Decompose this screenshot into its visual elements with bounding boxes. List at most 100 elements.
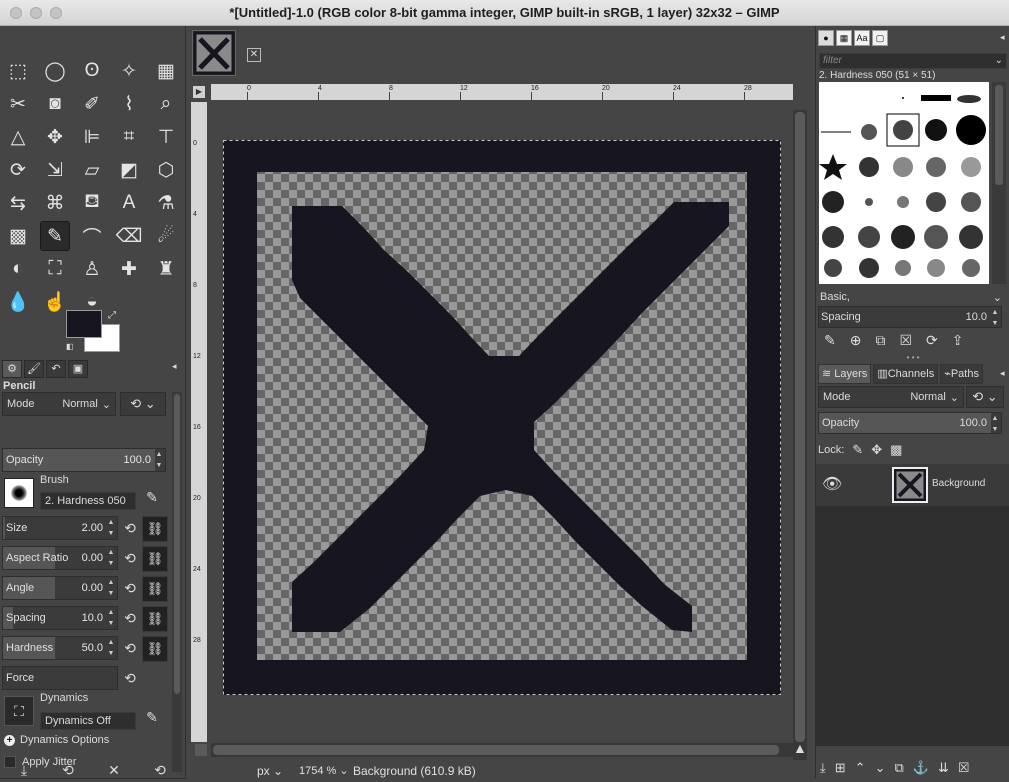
perspective-tool-icon[interactable]: ◩: [114, 155, 144, 185]
shear-tool-icon[interactable]: ▱: [77, 155, 107, 185]
link-spacing-icon[interactable]: ⛓: [142, 606, 168, 632]
brush-name-field[interactable]: 2. Hardness 050: [40, 492, 136, 510]
tab-brushes[interactable]: ●: [818, 30, 834, 46]
pencil-tool-icon[interactable]: ✎: [40, 221, 70, 251]
reset-aspect-ratio-icon[interactable]: ⟲: [120, 547, 140, 569]
spacing-spinner[interactable]: ▲ ▼: [105, 607, 117, 629]
duplicate-brush-icon[interactable]: ⧉: [875, 332, 885, 349]
zoom-image-toggle[interactable]: [195, 744, 207, 756]
swap-colors-icon[interactable]: ⤢: [108, 310, 116, 321]
tab-document-history[interactable]: ▢: [872, 30, 888, 46]
ellipse-select-icon[interactable]: ◯: [40, 56, 70, 86]
heal-tool-icon[interactable]: ✚: [114, 254, 144, 284]
horizontal-scrollbar[interactable]: [211, 743, 795, 757]
duplicate-layer-icon[interactable]: ⧉: [894, 760, 903, 776]
layer-mode-select[interactable]: Mode Normal ⌄: [818, 386, 964, 408]
mode-select[interactable]: Mode Normal ⌄: [2, 392, 116, 416]
edit-brush-icon[interactable]: ✎: [824, 332, 836, 349]
reset-spacing-icon[interactable]: ⟲: [120, 607, 140, 629]
delete-layer-icon[interactable]: ☒: [958, 760, 970, 776]
opacity-slider[interactable]: Opacity 100.0 ▲ ▼: [2, 448, 166, 472]
select-by-color-icon[interactable]: ▦: [151, 56, 181, 86]
fuzzy-select-icon[interactable]: ✧: [114, 56, 144, 86]
size-spinner[interactable]: ▲ ▼: [105, 517, 117, 539]
cage-transform-icon[interactable]: ⌘: [40, 188, 70, 218]
tool-options-scrollbar[interactable]: [172, 392, 182, 772]
reset-hardness-icon[interactable]: ⟲: [120, 637, 140, 659]
airbrush-tool-icon[interactable]: ☄: [151, 221, 181, 251]
image-tab-thumbnail[interactable]: [192, 30, 236, 76]
hardness-slider[interactable]: Hardness 50.0 ▲ ▼: [2, 636, 118, 660]
layer-mode-reset-button[interactable]: ⟲ ⌄: [966, 386, 1004, 408]
dynamics-options-expander[interactable]: + Dynamics Options: [4, 734, 109, 746]
mode-reset-button[interactable]: ⟲ ⌄: [120, 392, 166, 416]
scissors-select-icon[interactable]: ✂: [3, 89, 33, 119]
gradient-tool-icon[interactable]: ▩: [3, 221, 33, 251]
eraser-tool-icon[interactable]: ⌫: [114, 221, 144, 251]
tab-channels[interactable]: ▥Channels: [873, 364, 939, 384]
new-layer-group-icon[interactable]: ⤓: [820, 760, 826, 776]
foreground-color-swatch[interactable]: [66, 310, 102, 338]
edit-dynamics-icon[interactable]: ✎: [142, 706, 162, 728]
mypaint-brush-icon[interactable]: ⛶: [40, 254, 70, 284]
tab-images[interactable]: ▣: [68, 360, 88, 378]
canvas-viewport[interactable]: [209, 102, 793, 742]
aspect-ratio-slider[interactable]: Aspect Ratio 0.00 ▲ ▼: [2, 546, 118, 570]
eye-icon[interactable]: 👁: [822, 474, 842, 494]
reset-size-icon[interactable]: ⟲: [120, 517, 140, 539]
navigate-icon[interactable]: ▲: [793, 740, 807, 756]
tab-patterns[interactable]: ▦: [836, 30, 852, 46]
delete-brush-icon[interactable]: ☒: [899, 332, 912, 349]
dynamics-preview-button[interactable]: ⛶: [4, 696, 34, 726]
link-size-icon[interactable]: ⛓: [142, 516, 168, 542]
hardness-spinner[interactable]: ▲ ▼: [105, 637, 117, 659]
aspect-ratio-spinner[interactable]: ▲ ▼: [105, 547, 117, 569]
merge-layer-icon[interactable]: ⇊: [938, 760, 949, 776]
vertical-scrollbar[interactable]: [793, 110, 807, 760]
raise-layer-icon[interactable]: ⌃: [855, 760, 866, 776]
zoom-window-button[interactable]: [50, 7, 62, 19]
lock-pixels-icon[interactable]: ✎: [852, 442, 863, 458]
quick-mask-menu-icon[interactable]: ▶: [193, 86, 205, 98]
tab-tool-options[interactable]: ⚙: [2, 360, 22, 378]
angle-spinner[interactable]: ▲ ▼: [105, 577, 117, 599]
brush-preset-select[interactable]: Basic, ⌄: [818, 286, 1002, 308]
lower-layer-icon[interactable]: ⌄: [875, 760, 886, 776]
text-tool-icon[interactable]: A: [114, 188, 144, 218]
close-image-tab-icon[interactable]: ✕: [247, 48, 261, 62]
zoom-tool-icon[interactable]: ⌕: [151, 89, 181, 119]
default-colors-icon[interactable]: ◧: [66, 342, 74, 351]
spacing-slider[interactable]: Spacing 10.0 ▲ ▼: [2, 606, 118, 630]
color-picker-icon[interactable]: ⌇: [114, 89, 144, 119]
layer-opacity-slider[interactable]: Opacity 100.0 ▲ ▼: [818, 412, 1002, 434]
link-angle-icon[interactable]: ⛓: [142, 576, 168, 602]
brush-filter-field[interactable]: filter ⌄: [819, 53, 1007, 69]
force-slider[interactable]: Force: [2, 666, 118, 690]
foreground-select-icon[interactable]: ◙: [40, 89, 70, 119]
close-window-button[interactable]: [10, 7, 22, 19]
layer-row-background[interactable]: 👁 Background: [816, 464, 1009, 506]
measure-tool-icon[interactable]: △: [3, 122, 33, 152]
edit-brush-icon[interactable]: ✎: [142, 486, 162, 508]
unit-select[interactable]: px ⌄: [257, 764, 283, 778]
reset-force-icon[interactable]: ⟲: [120, 667, 140, 689]
ink-tool-icon[interactable]: ◐: [3, 254, 33, 284]
refresh-brushes-icon[interactable]: ⟳: [926, 332, 938, 349]
tab-undo-history[interactable]: ↶: [46, 360, 66, 378]
warp-transform-icon[interactable]: ⇆: [3, 188, 33, 218]
perspective-clone-icon[interactable]: ♜: [151, 254, 181, 284]
configure-layers-tab-icon[interactable]: ◂: [1000, 368, 1005, 379]
open-brush-as-image-icon[interactable]: ⇪: [952, 332, 964, 349]
layer-opacity-spinner[interactable]: ▲ ▼: [989, 413, 1001, 435]
paths-tool-icon[interactable]: ✐: [77, 89, 107, 119]
link-aspect-ratio-icon[interactable]: ⛓: [142, 546, 168, 572]
gegl-operation-icon[interactable]: ⚗: [151, 188, 181, 218]
crop-tool-icon[interactable]: ⌗: [114, 122, 144, 152]
align-tool-icon[interactable]: ⊫: [77, 122, 107, 152]
brush-grid[interactable]: [819, 82, 989, 284]
dynamics-name-field[interactable]: Dynamics Off: [40, 712, 136, 730]
tab-fonts[interactable]: Aa: [854, 30, 870, 46]
image-canvas[interactable]: [209, 102, 793, 742]
tab-device-status[interactable]: 🖌: [24, 360, 44, 378]
anchor-layer-icon[interactable]: ⚓: [913, 760, 929, 776]
